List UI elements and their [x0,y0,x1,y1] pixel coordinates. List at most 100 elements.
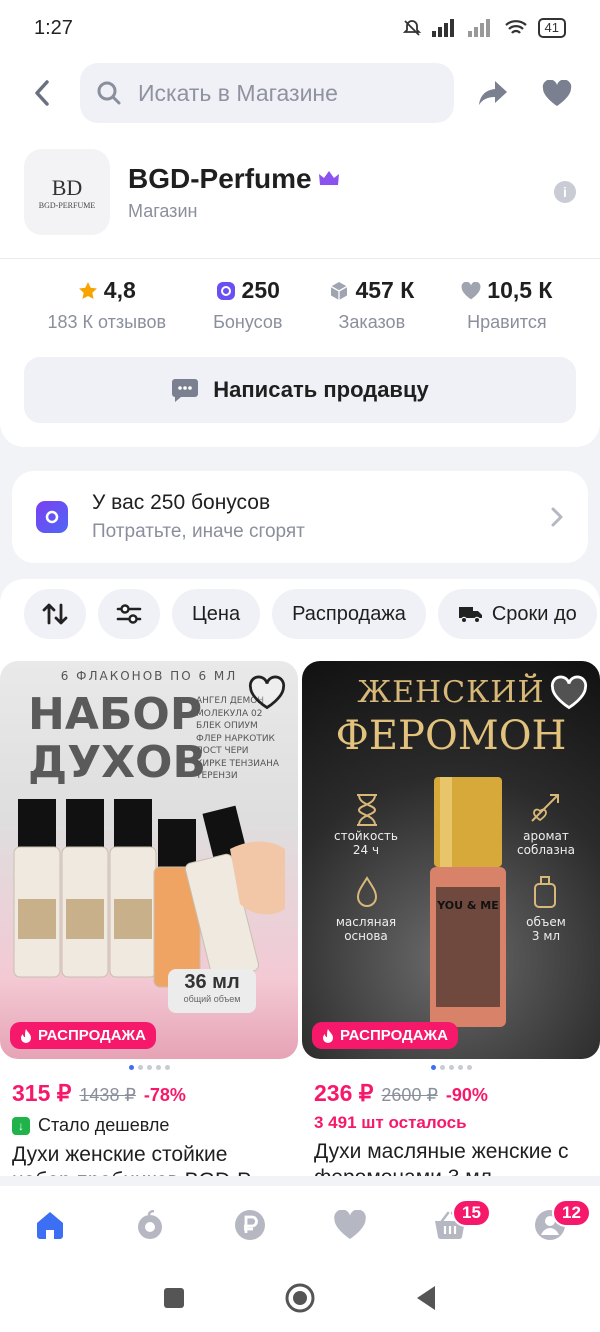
product-title[interactable]: Духи масляные женские с феромонами 3 мл. [302,1139,600,1176]
apple-icon [138,1210,162,1239]
filter-chip-price[interactable]: Цена [172,589,261,639]
volume-badge-value: 36 мл [184,971,240,993]
favorite-heart-icon[interactable] [550,675,588,711]
fire-icon [21,1029,31,1043]
product-grid: 6 ФЛАКОНОВ ПО 6 МЛ НАБОР ДУХОВ АНГЕЛ ДЕМ… [0,649,600,1176]
product-card[interactable]: 6 ФЛАКОНОВ ПО 6 МЛ НАБОР ДУХОВ АНГЕЛ ДЕМ… [0,661,298,1176]
price-drop-tag: ↓ Стало дешевле [0,1115,298,1136]
bonus-title: У вас 250 бонусов [92,491,271,514]
home-icon [37,1212,63,1239]
bottom-nav: 15 12 [0,1186,600,1264]
favorite-store-button[interactable] [532,68,582,118]
sort-icon [42,603,68,625]
sale-badge: РАСПРОДАЖА [10,1022,156,1049]
search-input[interactable] [136,78,400,108]
star-icon [78,281,97,299]
profile-badge: 12 [552,1199,591,1227]
filter-button[interactable] [98,589,160,639]
filter-chip-sale-label: Распродажа [292,602,406,625]
nav-favorites[interactable] [320,1195,380,1255]
bottle-icon [534,876,556,908]
sale-badge-label: РАСПРОДАЖА [340,1027,448,1044]
bonus-banner[interactable]: У вас 250 бонусов Потратьте, иначе сгоря… [12,471,588,563]
home-circle-icon[interactable] [285,1283,315,1313]
top-bar [0,56,600,130]
nav-cart[interactable]: 15 [420,1195,491,1255]
discount: -90% [445,1085,488,1105]
ruble-icon [235,1210,265,1240]
sale-badge-label: РАСПРОДАЖА [38,1027,146,1044]
nav-finance[interactable] [220,1195,280,1255]
old-price: 2600 ₽ [381,1085,438,1105]
cart-badge: 15 [452,1199,491,1227]
feature-aroma: аромат соблазна [517,829,575,857]
divider [0,258,600,259]
signal-icon [431,19,454,37]
write-seller-label: Написать продавцу [213,377,429,402]
product-image[interactable]: ЖЕНСКИЙ ФЕРОМОН стойкость 24 ч аромат со… [302,661,600,1059]
store-info: BGD-Perfume Магазин [128,163,554,222]
nav-profile[interactable]: 12 [520,1195,591,1255]
share-button[interactable] [468,68,518,118]
status-icons: 41 [402,18,566,38]
bonus-icon [216,281,235,300]
filter-chip-delivery[interactable]: Сроки до [437,589,597,639]
product-image-title-1: НАБОР [28,689,203,740]
logo-caption: BGD-PERFUME [38,200,96,210]
old-price: 1438 ₽ [79,1085,136,1105]
heart-icon [542,79,572,106]
price-row: 236 ₽ 2600 ₽ -90% [302,1080,600,1107]
search-bar[interactable] [80,63,454,123]
store-logo[interactable]: BD BGD-PERFUME [24,149,110,235]
bottle-label: YOU & ME [437,899,499,912]
status-time: 1:27 [34,16,73,39]
fire-icon [323,1029,333,1043]
stat-orders[interactable]: 457 К Заказов [329,277,414,333]
product-title[interactable]: Духи женские стойкие набор пробников BGD… [0,1142,298,1176]
stat-rating[interactable]: 4,8 183 К отзывов [48,277,167,333]
discount: -78% [143,1085,186,1105]
truck-icon [458,607,482,624]
sort-button[interactable] [24,589,86,639]
feature-volume: объем 3 мл [526,915,566,943]
write-seller-button[interactable]: Написать продавцу [24,357,576,423]
price-row: 315 ₽ 1438 ₽ -78% [0,1080,298,1107]
signal-2-icon [467,19,490,37]
store-name: BGD-Perfume [128,162,312,194]
back-triangle-icon[interactable] [415,1285,437,1311]
back-button[interactable] [18,69,66,117]
bonus-text: У вас 250 бонусов Потратьте, иначе сгоря… [92,491,550,543]
feature-oil-base: масляная основа [335,915,397,943]
nav-home[interactable] [20,1195,80,1255]
stat-likes[interactable]: 10,5 К Нравится [461,277,552,333]
price: 315 ₽ [12,1080,72,1106]
stat-bonuses-label: Бонусов [213,312,283,332]
chat-icon [172,379,199,402]
search-icon [97,81,121,105]
heart-icon [461,281,481,299]
product-image[interactable]: 6 ФЛАКОНОВ ПО 6 МЛ НАБОР ДУХОВ АНГЕЛ ДЕМ… [0,661,298,1059]
bonus-icon [36,501,68,533]
store-type: Магазин [128,200,198,221]
store-name-row: BGD-Perfume [128,163,554,195]
stat-rating-label: 183 К отзывов [47,312,167,332]
battery-indicator: 41 [537,18,566,38]
stat-rating-value: 4,8 [103,277,136,303]
box-icon [331,281,348,300]
volume-badge-caption: общий объем [183,994,241,1004]
drops-icon [356,876,378,907]
share-icon [479,81,507,105]
logo-monogram: BD [51,174,83,200]
price-drop-label: Стало дешевле [38,1115,170,1135]
info-icon[interactable]: i [554,181,576,203]
product-card[interactable]: ЖЕНСКИЙ ФЕРОМОН стойкость 24 ч аромат со… [302,661,600,1176]
heart-icon [334,1210,366,1239]
stat-likes-value: 10,5 К [487,277,553,303]
recents-icon[interactable] [163,1287,185,1309]
image-pager-dots [0,1065,298,1070]
favorite-heart-icon[interactable] [248,675,286,711]
nav-catalog[interactable] [120,1195,180,1255]
stat-bonuses[interactable]: 250 Бонусов [213,277,282,333]
stats-row: 4,8 183 К отзывов 250 Бонусов 457 К Зака… [24,277,576,333]
filter-chip-sale[interactable]: Распродажа [272,589,426,639]
